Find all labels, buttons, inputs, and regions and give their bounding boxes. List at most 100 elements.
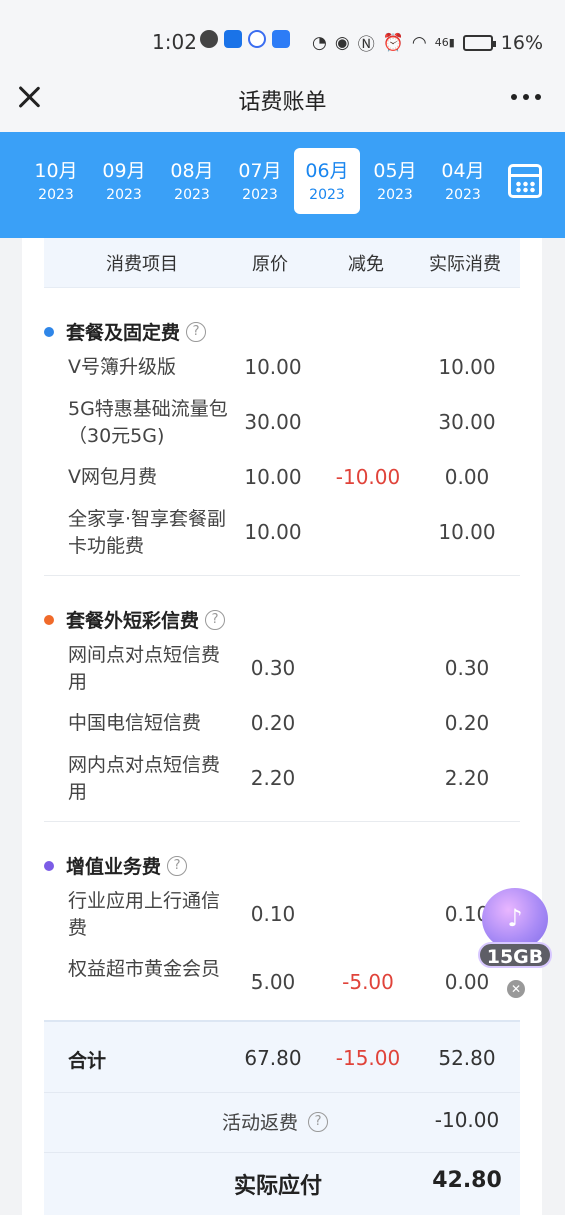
tab-year-label: 2023 [106, 187, 142, 203]
row-item-name: 网内点对点短信费用 [68, 754, 221, 803]
tab-month-label: 08月 [170, 160, 214, 182]
row-original: 10.00 [244, 520, 302, 544]
bill-card: 消费项目 原价 减免 实际消费 套餐及固定费 ? V号簿升级版 10.00 10… [22, 238, 542, 1215]
row-discount: -5.00 [342, 970, 394, 994]
rebate-label: 活动返费 [222, 1112, 299, 1134]
close-icon[interactable]: ✕ [507, 980, 525, 998]
signal-icon: 46▮ [434, 36, 455, 49]
section-dot [44, 860, 54, 871]
tab-month-10[interactable]: 10月 2023 [23, 148, 89, 214]
nfc-icon: Ⓝ [357, 35, 375, 55]
row-actual: 0.30 [444, 656, 490, 680]
speed-icon: ◔ [312, 32, 327, 53]
row-original: 10.00 [244, 465, 302, 489]
row-original: 30.00 [244, 410, 302, 434]
total-label: 合计 [68, 1050, 107, 1072]
row-actual: 0.20 [444, 711, 490, 735]
tab-month-label: 05月 [373, 160, 417, 182]
section-title-text: 套餐外短彩信费 [66, 610, 200, 632]
payable-label: 实际应付 [234, 1174, 323, 1199]
summary-divider [44, 1152, 520, 1153]
row-actual: 30.00 [438, 410, 496, 434]
column-header-original: 原价 [252, 254, 288, 275]
section-title: 增值业务费 ? [44, 852, 188, 879]
row-item-name: V网包月费 [68, 466, 157, 488]
tab-month-label: 09月 [102, 160, 146, 182]
row-original: 10.00 [244, 355, 302, 379]
music-note-icon: ♪ [482, 888, 548, 950]
float-widget-label: 15GB [478, 942, 552, 968]
floating-data-widget[interactable]: ♪ 15GB [478, 888, 552, 972]
system-icons: ◔ ◉ Ⓝ ⏰ ◠ 46▮ 16% [312, 30, 543, 56]
total-actual: 52.80 [438, 1046, 496, 1070]
tab-year-label: 2023 [377, 187, 413, 203]
tab-month-label: 04月 [441, 160, 485, 182]
tab-month-04[interactable]: 04月 2023 [430, 148, 496, 214]
section-title: 套餐外短彩信费 ? [44, 606, 226, 633]
alarm-icon: ⏰ [382, 32, 404, 53]
row-item-name: 全家享·智享套餐副卡功能费 [68, 508, 227, 557]
section-title-text: 套餐及固定费 [66, 322, 181, 344]
section-dot [44, 326, 54, 337]
total-discount: -15.00 [335, 1046, 401, 1070]
chat-icon [200, 30, 218, 48]
total-original: 67.80 [244, 1046, 302, 1070]
message-app-icon [272, 30, 290, 48]
tab-month-06[interactable]: 06月 2023 [294, 148, 360, 214]
page-title: 话费账单 [238, 90, 327, 115]
row-actual: 0.00 [444, 465, 490, 489]
tab-year-label: 2023 [38, 187, 74, 203]
column-header-actual: 实际消费 [429, 254, 501, 275]
tab-year-label: 2023 [445, 187, 481, 203]
summary-divider [44, 1020, 520, 1022]
app-notification-icon [224, 30, 242, 48]
paw-icon [248, 30, 266, 48]
calendar-icon[interactable] [508, 164, 542, 198]
row-actual: 10.00 [438, 520, 496, 544]
help-icon[interactable]: ? [186, 321, 207, 342]
app-header: 话费账单 [0, 60, 565, 134]
row-original: 2.20 [250, 766, 296, 790]
eye-icon: ◉ [334, 32, 350, 53]
tab-month-label: 07月 [238, 160, 282, 182]
battery-percent: 16% [500, 31, 543, 54]
row-item-name: 行业应用上行通信费 [68, 890, 221, 939]
row-item-name: V号簿升级版 [68, 356, 176, 378]
tab-year-label: 2023 [309, 187, 345, 203]
rebate-row: 活动返费 ? [222, 1108, 329, 1135]
row-discount: -10.00 [335, 465, 401, 489]
tab-month-05[interactable]: 05月 2023 [362, 148, 428, 214]
column-header-item: 消费项目 [106, 254, 178, 275]
row-original: 5.00 [250, 970, 296, 994]
row-original: 0.10 [250, 902, 296, 926]
row-item-name: 权益超市黄金会员 [68, 958, 221, 980]
more-options-icon[interactable] [511, 94, 541, 100]
help-icon[interactable]: ? [167, 855, 188, 876]
row-actual: 2.20 [444, 766, 490, 790]
section-title-text: 增值业务费 [66, 856, 162, 878]
row-item-name: 中国电信短信费 [68, 712, 202, 734]
tab-month-label: 06月 [305, 160, 349, 182]
help-icon[interactable]: ? [308, 1111, 329, 1132]
summary-divider [44, 1092, 520, 1093]
section-divider [44, 575, 520, 576]
payable-value: 42.80 [432, 1168, 502, 1193]
wifi-icon: ◠ [411, 32, 427, 53]
summary-block: 合计 67.80 -15.00 52.80 活动返费 ? -10.00 实际应付… [44, 1020, 520, 1215]
section-title: 套餐及固定费 ? [44, 318, 207, 345]
column-header-discount: 减免 [348, 254, 384, 275]
month-tabs: 10月 2023 09月 2023 08月 2023 07月 2023 06月 … [0, 132, 565, 238]
tab-month-label: 10月 [34, 160, 78, 182]
row-actual: 0.00 [444, 970, 490, 994]
section-divider [44, 821, 520, 822]
tab-month-08[interactable]: 08月 2023 [159, 148, 225, 214]
tab-year-label: 2023 [174, 187, 210, 203]
table-header: 消费项目 原价 减免 实际消费 [44, 238, 520, 288]
status-time: 1:02 [152, 30, 197, 54]
battery-icon [462, 34, 496, 51]
help-icon[interactable]: ? [205, 609, 226, 630]
tab-month-07[interactable]: 07月 2023 [227, 148, 293, 214]
tab-month-09[interactable]: 09月 2023 [91, 148, 157, 214]
row-original: 0.30 [250, 656, 296, 680]
row-original: 0.20 [250, 711, 296, 735]
